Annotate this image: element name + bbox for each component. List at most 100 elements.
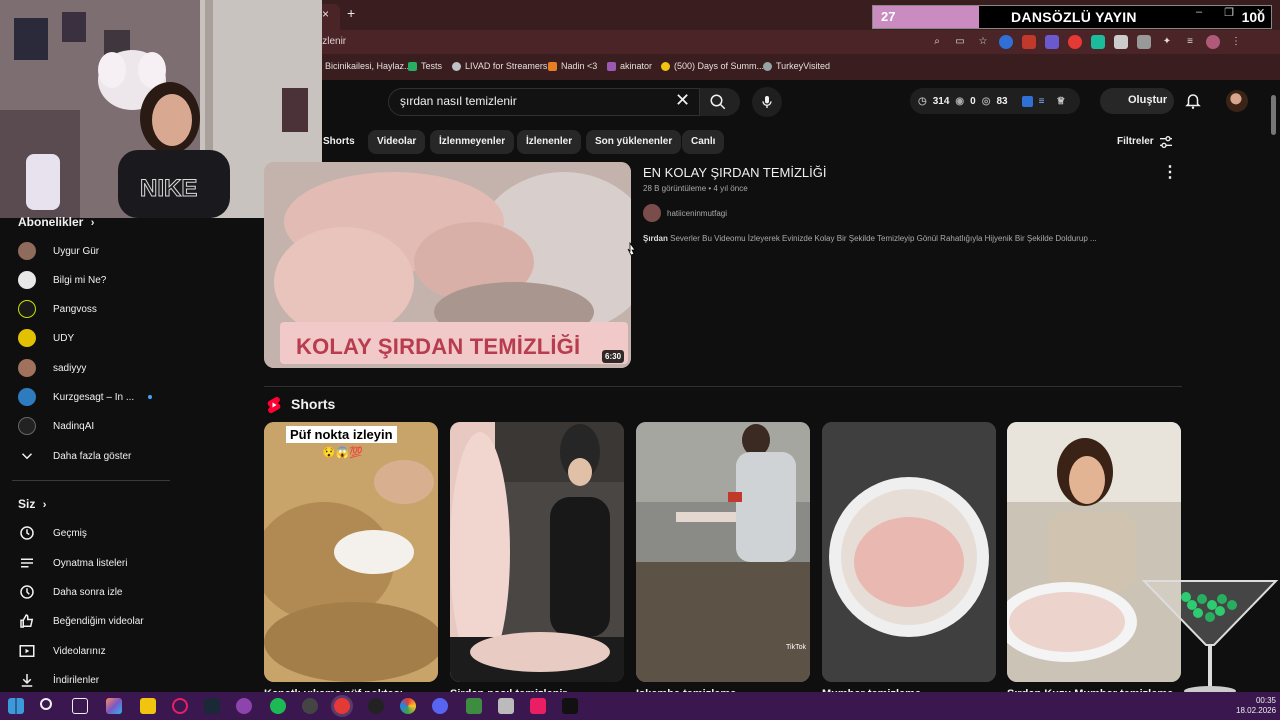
account-avatar[interactable] [1226, 90, 1248, 112]
description-highlight: Şırdan [643, 234, 668, 243]
channel-avatar [18, 359, 36, 377]
search-icon[interactable] [40, 698, 52, 710]
new-tab-button[interactable]: + [347, 5, 355, 21]
steam-icon[interactable] [204, 698, 220, 714]
sidebar-item-subscription[interactable]: Pangvoss [18, 298, 97, 320]
sidebar-item-watch-later[interactable]: Daha sonra izle [18, 581, 122, 603]
short-card[interactable]: TikTok [636, 422, 810, 682]
sidebar-item-downloads[interactable]: İndirilenler [18, 669, 99, 691]
chip-live[interactable]: Canlı [682, 130, 725, 154]
cast-icon[interactable]: ▭ [953, 35, 967, 49]
channel-avatar[interactable] [643, 204, 661, 222]
puzzle-icon[interactable]: ✦ [1160, 35, 1174, 49]
windows-start-icon[interactable] [8, 698, 24, 714]
sidebar-item-subscription[interactable]: UDY [18, 327, 74, 349]
sidebar-item-label: Daha fazla göster [53, 450, 132, 462]
search-button[interactable] [700, 88, 740, 116]
short-card[interactable] [450, 422, 624, 682]
more-actions-icon[interactable]: ⋮ [1162, 162, 1178, 182]
sidebar-item-label: Geçmiş [53, 527, 87, 539]
bookmark-item[interactable]: akinator [607, 61, 652, 71]
shield-icon[interactable] [1114, 35, 1128, 49]
filters-button[interactable]: Filtreler [1117, 136, 1154, 147]
sidebar-item-subscription[interactable]: Kurzgesagt – In ... [18, 386, 153, 408]
menu-lines-icon[interactable]: ≡ [1183, 35, 1197, 49]
short-thumbnail [636, 422, 810, 682]
bookmark-item[interactable]: Nadin <3 [548, 61, 597, 71]
eye-outline-icon: ◎ [981, 95, 991, 107]
app-circle-icon[interactable] [172, 698, 188, 714]
star-icon[interactable]: ☆ [976, 35, 990, 49]
bookmark-item[interactable]: LIVAD for Streamers [452, 61, 547, 71]
notifications-bell-icon[interactable] [1184, 91, 1202, 111]
chip-watched[interactable]: İzlenenler [517, 130, 582, 154]
spotify-icon[interactable] [270, 698, 286, 714]
list-icon: ≡ [1038, 95, 1045, 107]
chip-videos[interactable]: Videolar [368, 130, 426, 154]
sidebar-item-playlists[interactable]: Oynatma listeleri [18, 552, 127, 574]
subscriptions-heading[interactable]: Abonelikler › [18, 215, 94, 229]
extension-stats-pill[interactable]: ◷ 314 ◉ 0 ◎ 83 ≡ ♕ [910, 88, 1080, 114]
extension-redcircle-icon[interactable] [1068, 35, 1082, 49]
voice-search-button[interactable] [752, 87, 782, 117]
short-overlay-emoji: 😯😱💯 [322, 447, 364, 459]
sidebar-item-subscription[interactable]: Bilgi mi Ne? [18, 269, 106, 291]
filters-sliders-icon[interactable] [1158, 134, 1174, 150]
app-grey-icon[interactable] [498, 698, 514, 714]
obs-icon[interactable] [368, 698, 384, 714]
system-clock[interactable]: 00:35 18.02.2026 [1236, 696, 1276, 716]
video-description: Şırdan Severler Bu Videomu İzleyerek Evi… [643, 234, 1183, 243]
minecraft-icon[interactable] [466, 698, 482, 714]
kebab-menu-icon[interactable]: ⋮ [1229, 35, 1243, 49]
zoom-icon[interactable]: ⌕ [930, 35, 944, 49]
obs-like-icon[interactable] [236, 698, 252, 714]
tiktok-icon[interactable] [562, 698, 578, 714]
chrome-icon[interactable] [334, 698, 350, 714]
bookmark-item[interactable]: TurkeyVisited [763, 61, 830, 71]
stat-other: 83 [996, 95, 1008, 107]
sidebar-item-liked-videos[interactable]: Beğendiğim videolar [18, 610, 144, 632]
profile-icon[interactable] [1206, 35, 1220, 49]
page-scrollbar[interactable] [1271, 95, 1276, 135]
extension-red-icon[interactable] [1022, 35, 1036, 49]
create-button[interactable]: Oluştur [1100, 88, 1174, 114]
extension-grey-icon[interactable] [1137, 35, 1151, 49]
bookmark-item[interactable]: Bicinikailesi, Haylaz... [312, 61, 412, 71]
task-view-icon[interactable] [72, 698, 88, 714]
search-input[interactable]: şırdan nasıl temizlenir [400, 94, 517, 108]
sidebar-item-subscription[interactable]: sadiyyy [18, 357, 86, 379]
tab-close-icon[interactable]: × [322, 7, 329, 21]
you-heading[interactable]: Siz › [18, 497, 46, 511]
extension-blue-icon[interactable] [999, 35, 1013, 49]
copilot-icon[interactable] [106, 698, 122, 714]
chip-shorts[interactable]: Shorts [316, 130, 364, 154]
chip-recently-uploaded[interactable]: Son yüklenenler [586, 130, 682, 154]
channel-name[interactable]: hatiiceninmutfagi [667, 209, 727, 218]
tiktok-app-icon[interactable] [530, 698, 546, 714]
discord-icon[interactable] [432, 698, 448, 714]
bookmark-item[interactable]: Tests [408, 61, 442, 71]
sidebar-item-subscription[interactable]: Uygur Gür [18, 240, 99, 262]
chrome-alt-icon[interactable] [400, 698, 416, 714]
bookmark-item[interactable]: (500) Days of Summ... [661, 61, 764, 71]
maximize-button[interactable]: ❐ [1224, 6, 1234, 24]
video-title[interactable]: EN KOLAY ŞIRDAN TEMİZLİĞİ [643, 165, 827, 180]
sidebar-item-history[interactable]: Geçmiş [18, 522, 87, 544]
sidebar-item-your-videos[interactable]: Videolarınız [18, 640, 106, 662]
clear-search-icon[interactable]: ✕ [675, 90, 690, 111]
chip-unwatched[interactable]: İzlenmeyenler [430, 130, 515, 154]
extension-purple-icon[interactable] [1045, 35, 1059, 49]
app-dark-icon[interactable] [302, 698, 318, 714]
sidebar-item-subscription[interactable]: NadinqAI [18, 415, 94, 437]
url-text[interactable]: izlenir [320, 36, 346, 47]
sidebar-show-more[interactable]: Daha fazla göster [18, 445, 131, 467]
close-window-button[interactable]: ✕ [1256, 6, 1265, 24]
short-card[interactable] [822, 422, 996, 682]
minimize-button[interactable]: – [1196, 6, 1202, 24]
sidebar-item-label: Kurzgesagt – In ... [53, 391, 135, 403]
extension-teal-icon[interactable] [1091, 35, 1105, 49]
bookmark-label: TurkeyVisited [776, 61, 831, 71]
file-explorer-icon[interactable] [140, 698, 156, 714]
video-thumbnail[interactable]: KOLAY ŞIRDAN TEMİZLİĞİ [264, 162, 631, 368]
short-card[interactable]: Püf nokta izleyin 😯😱💯 [264, 422, 438, 682]
